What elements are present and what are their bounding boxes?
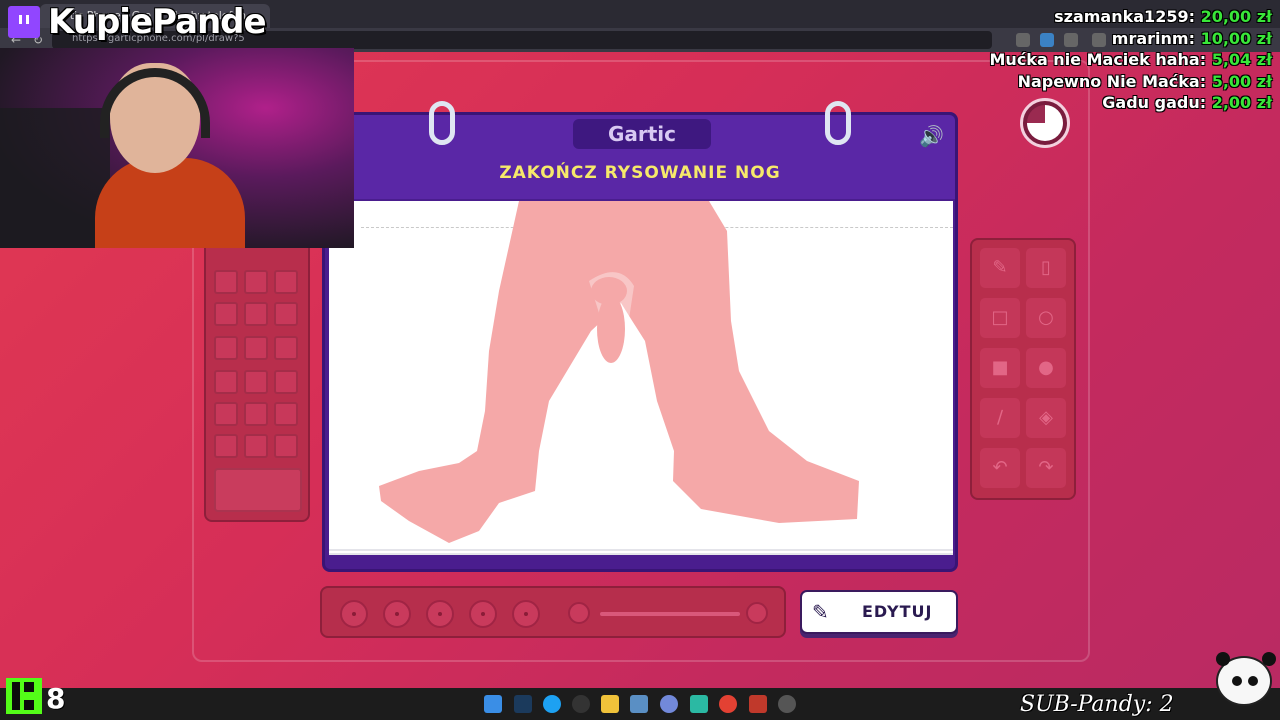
panda-icon — [1216, 652, 1272, 706]
eraser-icon[interactable]: ▯ — [1026, 248, 1066, 288]
start-icon[interactable] — [484, 695, 502, 713]
color-swatch[interactable] — [244, 370, 268, 394]
color-swatch[interactable] — [244, 402, 268, 426]
drawn-stroke — [591, 277, 627, 305]
color-swatch[interactable] — [274, 270, 298, 294]
edit-button-label: EDYTUJ — [862, 602, 933, 621]
streamer-shirt — [95, 158, 245, 248]
twitch-icon — [8, 6, 40, 38]
obs-icon[interactable] — [778, 695, 796, 713]
edit-button[interactable]: ✎ EDYTUJ — [800, 590, 958, 634]
color-swatch[interactable] — [274, 370, 298, 394]
color-palette — [204, 240, 310, 522]
color-swatch[interactable] — [274, 302, 298, 326]
gartic-logo: Gartic — [573, 119, 711, 149]
current-color-preview[interactable] — [214, 468, 302, 512]
opacity-slider-knob[interactable] — [746, 602, 768, 624]
brush-size-option[interactable] — [469, 600, 497, 628]
color-swatch[interactable] — [214, 402, 238, 426]
circle-outline-icon[interactable]: ○ — [1026, 298, 1066, 338]
kick-icon — [6, 678, 42, 714]
color-swatch[interactable] — [214, 370, 238, 394]
app-icon[interactable] — [690, 695, 708, 713]
donation-entry: Napewno Nie Maćka: 5,00 zł — [1017, 71, 1272, 91]
drawing-canvas[interactable] — [329, 201, 953, 555]
donation-entry: Gadu gadu: 2,00 zł — [1102, 93, 1272, 112]
pencil-icon[interactable]: ✎ — [980, 248, 1020, 288]
color-swatch[interactable] — [244, 270, 268, 294]
donation-entry: mrarinm: 10,00 zł — [1111, 28, 1272, 48]
color-swatch[interactable] — [244, 302, 268, 326]
webcam-feed — [0, 48, 354, 248]
redo-icon[interactable]: ↷ — [1026, 448, 1066, 488]
color-swatch[interactable] — [274, 402, 298, 426]
discord-icon[interactable] — [660, 695, 678, 713]
webcam-background — [0, 108, 110, 248]
circle-filled-icon[interactable]: ● — [1026, 348, 1066, 388]
steam-icon[interactable] — [514, 695, 532, 713]
square-outline-icon[interactable]: □ — [980, 298, 1020, 338]
notebook-header: Gartic ZAKOŃCZ RYSOWANIE NOG 🔊 — [325, 115, 955, 199]
channel-name: KupiePande — [48, 2, 267, 42]
kick-viewer-count: 8 — [46, 682, 66, 715]
color-swatch[interactable] — [274, 336, 298, 360]
app-icon[interactable] — [572, 695, 590, 713]
drawing-notebook: Gartic ZAKOŃCZ RYSOWANIE NOG 🔊 — [322, 101, 958, 572]
color-swatch[interactable] — [214, 270, 238, 294]
square-filled-icon[interactable]: ■ — [980, 348, 1020, 388]
edge-icon[interactable] — [543, 695, 561, 713]
donation-entry: Mućka nie Maciek haha: 5,04 zł — [989, 50, 1273, 69]
line-icon[interactable]: ∕ — [980, 398, 1020, 438]
brush-size-option[interactable] — [383, 600, 411, 628]
chrome-icon[interactable] — [719, 695, 737, 713]
brush-size-option[interactable] — [512, 600, 540, 628]
drawn-stroke — [597, 295, 625, 363]
sub-counter: SUB-Pandy: 2 — [1020, 692, 1174, 717]
folder-icon[interactable] — [601, 695, 619, 713]
brush-size-option[interactable] — [340, 600, 368, 628]
color-swatch[interactable] — [244, 336, 268, 360]
fill-bucket-icon[interactable]: ◈ — [1026, 398, 1066, 438]
headphones-icon — [100, 68, 210, 138]
opacity-slider-min[interactable] — [568, 602, 590, 624]
drawing-prompt: ZAKOŃCZ RYSOWANIE NOG — [499, 163, 781, 183]
color-swatch[interactable] — [214, 336, 238, 360]
opacity-slider[interactable] — [600, 612, 740, 616]
tool-panel: ✎ ▯ □ ○ ■ ● ∕ ◈ ↶ ↷ — [970, 238, 1076, 500]
color-swatch[interactable] — [214, 302, 238, 326]
donation-list: szamanka1259: 20,00 zł mrarinm: 10,00 zł… — [990, 6, 1273, 114]
app-icon[interactable] — [630, 695, 648, 713]
app-icon[interactable] — [749, 695, 767, 713]
binder-ring — [429, 101, 455, 145]
pencil-icon: ✎ — [812, 600, 830, 624]
legs-drawing — [379, 201, 859, 543]
drawn-stroke — [379, 201, 859, 543]
binder-ring — [825, 101, 851, 145]
donation-entry: szamanka1259: 20,00 zł — [1054, 7, 1272, 26]
color-swatch[interactable] — [244, 434, 268, 458]
streamer — [95, 63, 245, 248]
brush-size-option[interactable] — [426, 600, 454, 628]
color-swatch[interactable] — [214, 434, 238, 458]
speaker-icon[interactable]: 🔊 — [919, 123, 945, 149]
color-swatch[interactable] — [274, 434, 298, 458]
undo-icon[interactable]: ↶ — [980, 448, 1020, 488]
brush-size-bar — [320, 586, 786, 638]
